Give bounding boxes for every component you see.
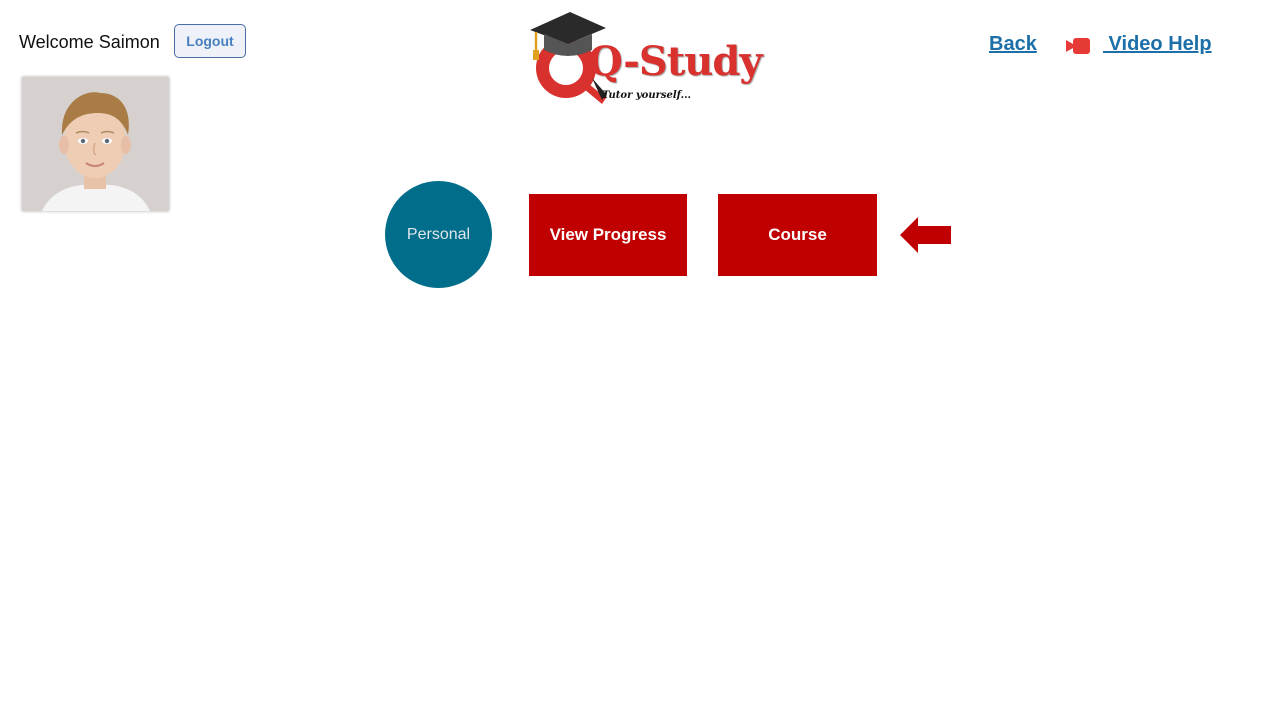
left-arrow-icon [900, 217, 951, 253]
logo-tagline: Tutor yourself... [602, 90, 692, 101]
avatar-photo [22, 77, 169, 211]
video-help-link[interactable]: Video Help [1103, 33, 1212, 56]
avatar [22, 77, 169, 211]
welcome-text: Welcome Saimon [19, 32, 160, 52]
logout-button[interactable]: Logout [174, 24, 246, 58]
personal-button[interactable]: Personal [385, 181, 492, 288]
course-button[interactable]: Course [718, 194, 877, 276]
q-study-logo: Q-Study Tutor yourself... [526, 8, 763, 110]
page: Welcome Saimon Logout Q-Study Tutor your… [0, 0, 1280, 720]
logo-brand-text: Q-Study [588, 38, 763, 85]
view-progress-button[interactable]: View Progress [529, 194, 687, 276]
video-camera-icon[interactable] [1065, 36, 1091, 56]
back-link[interactable]: Back [989, 33, 1037, 56]
